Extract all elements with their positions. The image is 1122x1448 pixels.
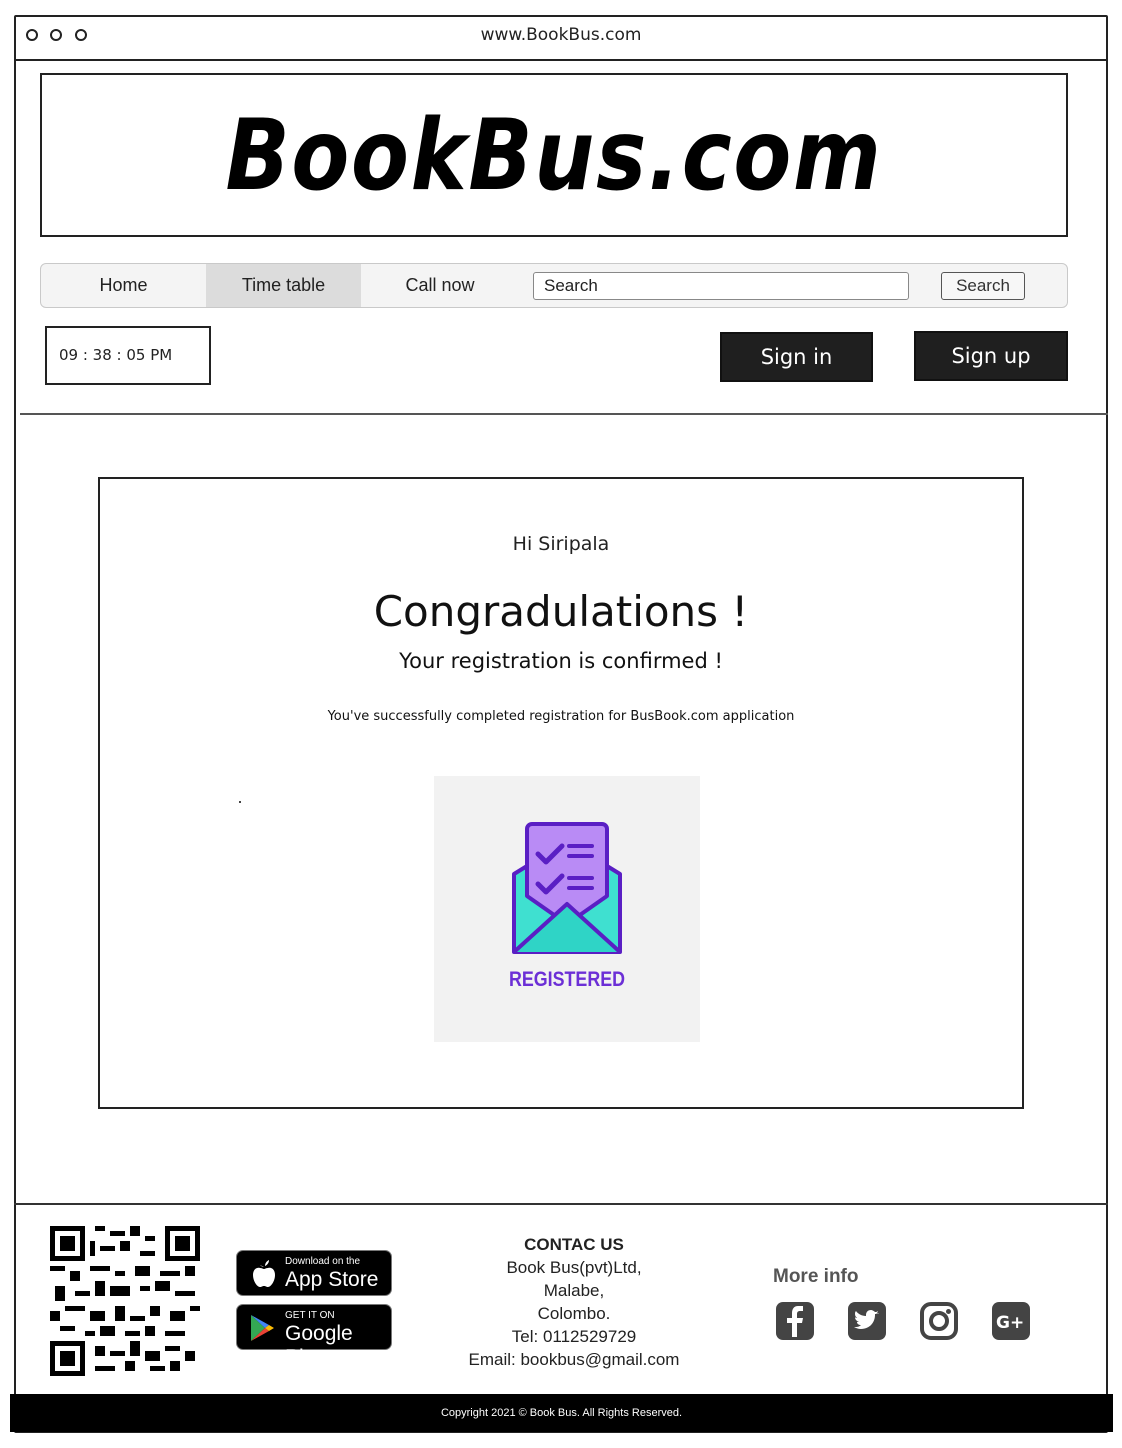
- greeting-text: Hi Siripala: [512, 533, 610, 555]
- footer-divider: [14, 1203, 1108, 1205]
- site-logo[interactable]: BookBus.com: [114, 99, 995, 213]
- app-store-title: App Store: [285, 1268, 379, 1291]
- contact-title: CONTAC US: [524, 1235, 624, 1254]
- congratulations-heading: Congradulations !: [373, 587, 749, 636]
- main-navbar: Home Time table Call now Search: [40, 263, 1068, 308]
- confirmation-message: You've successfully completed registrati…: [327, 709, 795, 724]
- contact-phone[interactable]: Tel: 0112529729: [440, 1325, 708, 1348]
- qr-code-icon: [50, 1226, 200, 1376]
- facebook-icon[interactable]: [775, 1301, 815, 1341]
- google-plus-icon[interactable]: G+: [991, 1301, 1031, 1341]
- nav-time-table[interactable]: Time table: [206, 264, 361, 307]
- copyright-bar: Copyright 2021 © Book Bus. All Rights Re…: [10, 1394, 1113, 1432]
- browser-titlebar: www.BookBus.com: [14, 15, 1108, 61]
- site-header-banner: BookBus.com: [40, 73, 1068, 237]
- instagram-icon[interactable]: [919, 1301, 959, 1341]
- stray-mark: [239, 801, 241, 803]
- nav-home[interactable]: Home: [41, 264, 206, 307]
- copyright-text: Copyright 2021 © Book Bus. All Rights Re…: [440, 1407, 683, 1419]
- sign-up-button[interactable]: Sign up: [914, 331, 1068, 381]
- twitter-icon[interactable]: [847, 1301, 887, 1341]
- contact-company: Book Bus(pvt)Ltd,: [506, 1258, 642, 1277]
- google-play-button[interactable]: GET IT ON Google Play: [236, 1304, 392, 1369]
- confirmation-card: Hi Siripala Congradulations ! Your regis…: [98, 477, 1024, 1109]
- address-bar-url[interactable]: www.BookBus.com: [14, 25, 1108, 45]
- search-input[interactable]: [533, 272, 909, 300]
- app-store-button[interactable]: Download on the App Store: [236, 1250, 392, 1296]
- contact-email[interactable]: Email: bookbus@gmail.com: [440, 1348, 708, 1371]
- contact-block: CONTAC US Book Bus(pvt)Ltd, Malabe, Colo…: [440, 1233, 708, 1371]
- nav-call-now[interactable]: Call now: [361, 264, 519, 307]
- svg-text:G+: G+: [996, 1313, 1024, 1333]
- header-divider: [20, 413, 1108, 415]
- search-button[interactable]: Search: [941, 272, 1025, 300]
- sign-in-button[interactable]: Sign in: [720, 332, 873, 382]
- apple-icon: [253, 1260, 275, 1287]
- confirmation-subheading: Your registration is confirmed !: [399, 649, 723, 673]
- contact-address-city: Colombo.: [537, 1304, 611, 1323]
- more-info-heading: More info: [773, 1266, 859, 1287]
- clock-display: 09 : 38 : 05 PM: [45, 326, 211, 385]
- registered-envelope-icon: [512, 822, 622, 954]
- app-store-caption: Download on the: [285, 1256, 361, 1267]
- google-play-caption: GET IT ON: [285, 1310, 335, 1321]
- registered-label: REGISTERED: [508, 968, 626, 991]
- contact-address-line: Malabe,: [543, 1281, 605, 1300]
- registered-illustration: REGISTERED: [434, 776, 700, 1042]
- google-play-icon: [251, 1315, 274, 1341]
- google-play-title: Google Play: [285, 1322, 353, 1369]
